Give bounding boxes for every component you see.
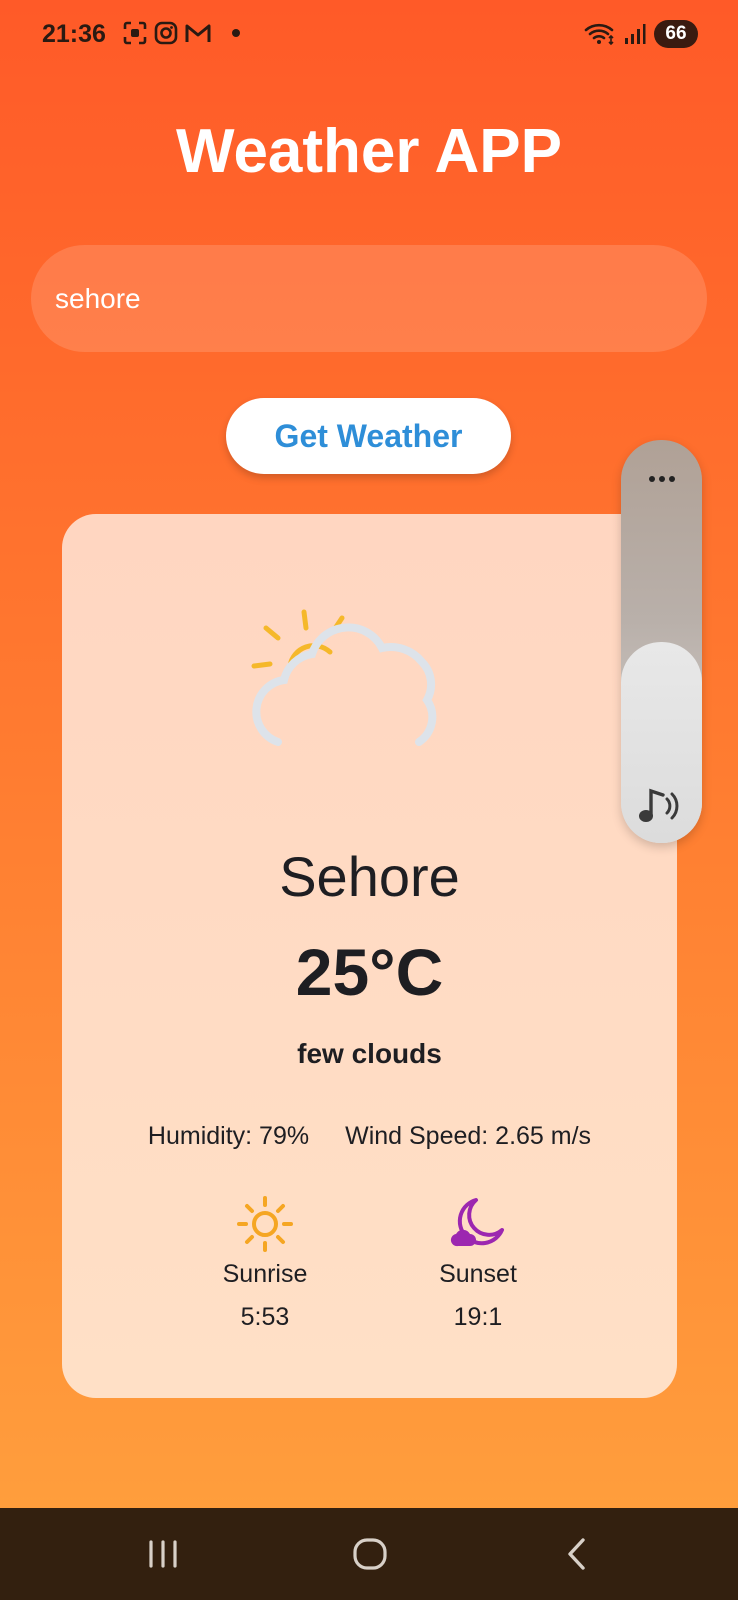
wind-speed-text: Wind Speed: 2.65 m/s <box>345 1122 592 1150</box>
sunset-label: Sunset <box>439 1260 517 1288</box>
get-weather-button[interactable]: Get Weather <box>226 398 511 474</box>
status-bar: 21:36 66 <box>0 0 738 72</box>
screenshot-icon <box>123 21 147 45</box>
city-search-input[interactable] <box>31 245 707 352</box>
sunrise-icon <box>237 1196 293 1252</box>
volume-slider[interactable] <box>621 440 702 843</box>
instagram-icon <box>154 21 178 45</box>
weather-stats: Humidity: 79% Wind Speed: 2.65 m/s <box>62 1122 677 1151</box>
wifi-icon <box>584 23 614 46</box>
humidity-text: Humidity: 79% <box>147 1122 310 1150</box>
sunrise-block: Sunrise 5:53 <box>195 1194 335 1332</box>
more-options-icon[interactable] <box>647 474 677 484</box>
gmail-icon <box>185 24 211 42</box>
status-icons-right: 66 <box>584 20 698 48</box>
weather-description: few clouds <box>297 1038 442 1069</box>
temperature: 25°C <box>295 935 444 1009</box>
moon-icon <box>450 1198 504 1247</box>
app-title: Weather APP <box>176 117 562 186</box>
navigation-bar <box>0 1508 738 1600</box>
sunset-block: Sunset 19:1 <box>408 1194 548 1332</box>
music-volume-icon <box>639 788 679 822</box>
recent-apps-icon[interactable] <box>146 1536 180 1572</box>
status-time: 21:36 <box>42 20 106 48</box>
back-icon[interactable] <box>562 1536 592 1572</box>
city-name: Sehore <box>279 845 460 908</box>
battery-icon: 66 <box>654 20 698 48</box>
notification-dot <box>232 29 240 37</box>
weather-card: Sehore 25°C few clouds Humidity: 79% Win… <box>62 514 677 1398</box>
partly-cloudy-icon <box>251 609 437 746</box>
sunrise-time: 5:53 <box>240 1303 290 1331</box>
status-icons-left <box>122 20 240 46</box>
signal-icon <box>625 24 646 44</box>
home-icon[interactable] <box>352 1536 388 1572</box>
sunrise-label: Sunrise <box>222 1260 308 1288</box>
sunset-time: 19:1 <box>453 1303 503 1331</box>
